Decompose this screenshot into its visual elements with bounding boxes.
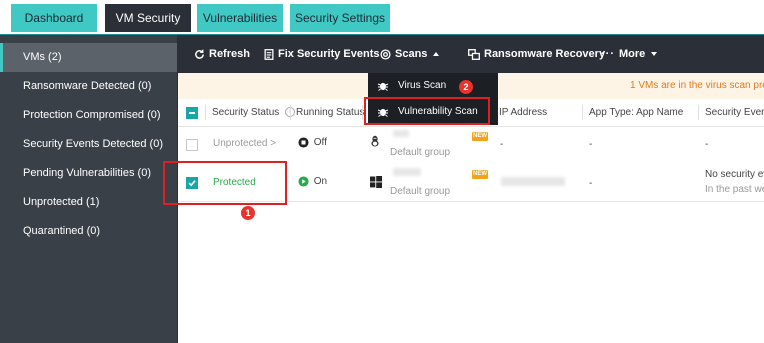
windows-icon [370, 176, 382, 191]
ransomware-recovery-label: Ransomware Recovery [484, 48, 606, 60]
ransomware-recovery-button[interactable]: Ransomware Recovery [468, 35, 605, 73]
tab-dashboard[interactable]: Dashboard [11, 4, 97, 32]
security-event: No security eve [705, 169, 764, 180]
step-marker-2: 2 [459, 80, 473, 94]
sidebar-item-unprotected[interactable]: Unprotected (1) [0, 188, 177, 217]
column-divider [698, 105, 699, 120]
stop-icon [298, 137, 309, 148]
more-dropdown-button[interactable]: ··· More [601, 35, 658, 73]
chevron-up-icon [433, 52, 440, 57]
more-label: More [619, 48, 646, 60]
running-status: On [298, 176, 327, 187]
ip-address-redacted [501, 177, 565, 186]
refresh-icon [195, 49, 204, 59]
column-divider [205, 105, 206, 120]
app-type: - [589, 178, 593, 189]
sidebar-item-security-events[interactable]: Security Events Detected (0) [0, 130, 177, 159]
step-marker-1: 1 [241, 206, 255, 220]
highlight-box-vulnerability-scan [364, 97, 490, 125]
top-tab-bar: Dashboard VM Security Vulnerabilities Se… [0, 0, 764, 35]
notice-text: 1 VMs are in the virus scan process [630, 80, 764, 91]
security-status-unprotected[interactable]: Unprotected > [213, 138, 276, 149]
virus-scan-menu-item[interactable]: Virus Scan [368, 73, 498, 99]
tab-vulnerabilities[interactable]: Vulnerabilities [197, 4, 283, 32]
column-divider [362, 105, 363, 120]
sidebar-item-vms[interactable]: VMs (2) [0, 43, 177, 72]
tab-vm-security[interactable]: VM Security [105, 4, 191, 32]
highlight-box-protected-row [163, 161, 287, 205]
column-divider [290, 105, 291, 120]
fix-security-events-label: Fix Security Events [278, 48, 380, 60]
bug-icon [377, 82, 389, 91]
virus-scan-label: Virus Scan [398, 80, 447, 91]
header-security-event[interactable]: Security Event [705, 99, 764, 126]
play-icon [298, 176, 309, 187]
column-divider [582, 105, 583, 120]
running-status-label: On [313, 176, 328, 187]
header-running-status[interactable]: Running Status [296, 99, 364, 126]
table-row[interactable]: Unprotected > Off Default group NEW - - … [178, 127, 764, 164]
tab-security-settings[interactable]: Security Settings [290, 4, 390, 32]
new-badge: NEW [472, 132, 488, 141]
security-event-subtext: In the past wee [705, 184, 764, 195]
sidebar: VMs (2) Ransomware Detected (0) Protecti… [0, 35, 177, 343]
toolbar: Refresh Fix Security Events Scans Ransom… [178, 35, 764, 73]
sidebar-item-ransomware-detected[interactable]: Ransomware Detected (0) [0, 72, 177, 101]
header-security-status-label: Security Status [212, 107, 280, 118]
header-ip-address[interactable]: IP Address [499, 99, 547, 126]
security-event: - [705, 139, 709, 150]
vm-group: Default group [390, 186, 451, 197]
ellipsis-icon: ··· [601, 48, 615, 60]
refresh-button[interactable]: Refresh [194, 35, 250, 73]
sidebar-item-protection-compromised[interactable]: Protection Compromised (0) [0, 101, 177, 130]
select-all-checkbox[interactable] [186, 107, 198, 119]
fix-security-events-button[interactable]: Fix Security Events [264, 35, 380, 73]
running-status-label: Off [313, 137, 327, 148]
refresh-label: Refresh [209, 48, 250, 60]
ip-address: - [500, 139, 504, 150]
sidebar-item-pending-vulnerabilities[interactable]: Pending Vulnerabilities (0) [0, 159, 177, 188]
scan-icon [380, 49, 391, 60]
new-badge: NEW [472, 170, 488, 179]
header-app-type[interactable]: App Type: App Name [589, 99, 683, 126]
vm-name-redacted [393, 168, 421, 176]
header-security-status[interactable]: Security Status i [212, 99, 296, 126]
vm-group: Default group [390, 147, 451, 158]
document-icon [264, 48, 274, 60]
linux-icon [370, 135, 380, 150]
app-type: - [589, 139, 593, 150]
scans-label: Scans [395, 48, 428, 60]
vm-name-redacted [393, 130, 409, 137]
sidebar-item-quarantined[interactable]: Quarantined (0) [0, 217, 177, 246]
running-status: Off [298, 137, 327, 148]
recovery-icon [468, 48, 480, 60]
row-checkbox[interactable] [186, 139, 198, 151]
chevron-down-icon [651, 52, 658, 57]
scans-dropdown-button[interactable]: Scans [380, 35, 440, 73]
